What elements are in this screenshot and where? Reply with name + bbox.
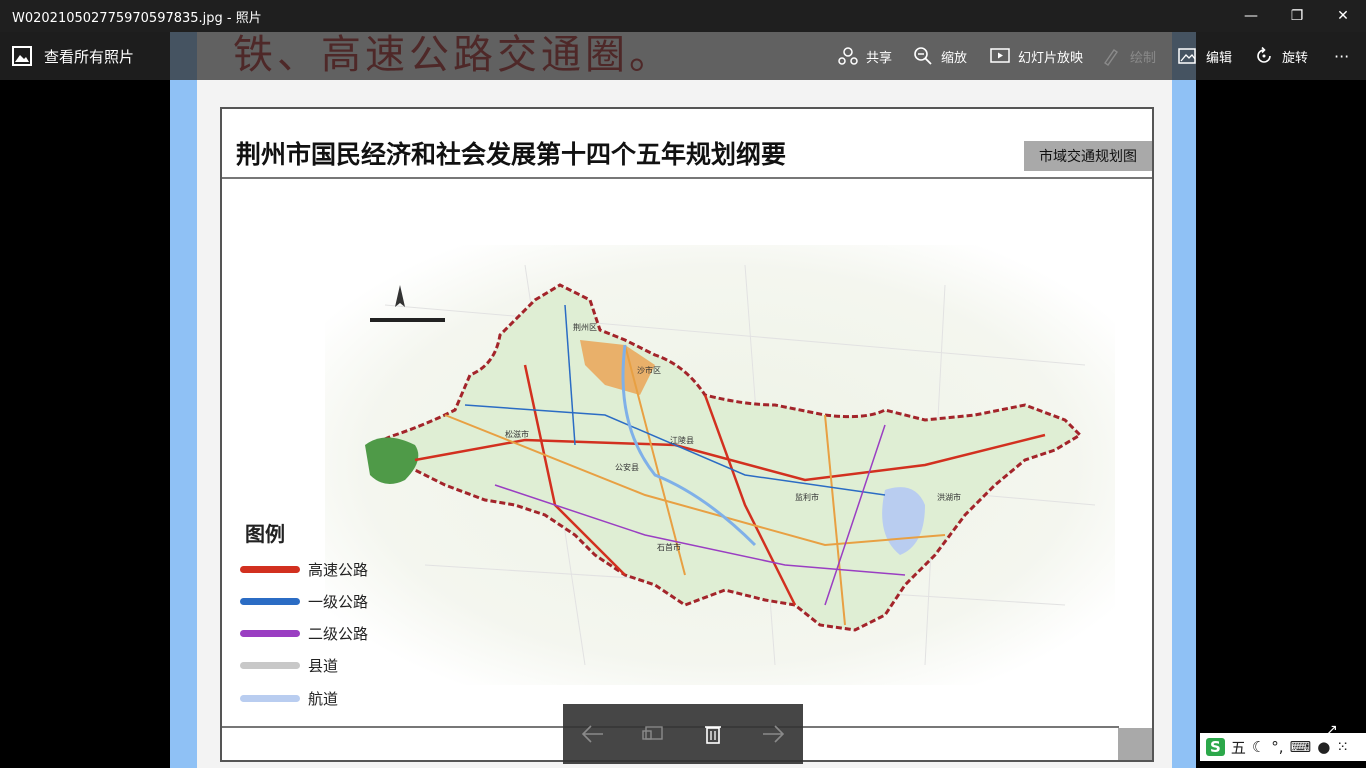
ime-toolbar: S 五 ☾ °, ⌨ ● ⁙ xyxy=(1200,733,1366,761)
keyboard-icon[interactable]: ⌨ xyxy=(1290,738,1312,756)
share-button[interactable]: 共享 xyxy=(838,32,892,80)
command-bar: 查看所有照片 共享 缩放 幻灯片放映 绘制 编辑 旋转 ··· xyxy=(0,32,1366,80)
photos-icon xyxy=(12,46,32,66)
legend-title: 图例 xyxy=(245,522,285,546)
share-label: 共享 xyxy=(866,50,893,66)
map-label-honghu: 洪湖市 xyxy=(937,492,961,502)
map-label-jingzhou: 荆州区 xyxy=(573,322,597,332)
user-icon[interactable]: ● xyxy=(1317,738,1330,756)
all-photos-label: 查看所有照片 xyxy=(44,47,135,66)
slideshow-label: 幻灯片放映 xyxy=(1018,50,1084,66)
arrow-left-icon xyxy=(581,725,603,743)
document-title: 荆州市国民经济和社会发展第十四个五年规划纲要 xyxy=(236,140,787,169)
edit-image-icon xyxy=(1178,48,1196,64)
arrow-right-icon xyxy=(763,725,785,743)
legend-label: 航道 xyxy=(308,689,339,708)
map-label-shashi: 沙市区 xyxy=(637,365,661,375)
legend-label: 县道 xyxy=(308,656,339,675)
trash-icon xyxy=(705,726,721,744)
delete-button[interactable] xyxy=(693,714,733,754)
legend-item-class-one: 一级公路 xyxy=(240,589,368,613)
legend-swatch xyxy=(240,694,300,702)
map-label-songzi: 松滋市 xyxy=(505,429,529,439)
window-title: W020210502775970597835.jpg - 照片 xyxy=(12,10,262,26)
edit-label: 编辑 xyxy=(1206,50,1233,66)
draw-label: 绘制 xyxy=(1130,50,1157,66)
legend-item-expressway: 高速公路 xyxy=(240,557,368,581)
more-button[interactable]: ··· xyxy=(1334,32,1349,80)
minimize-button[interactable]: — xyxy=(1228,0,1274,32)
title-divider xyxy=(222,177,1152,179)
map-label-jianli: 监利市 xyxy=(795,492,819,502)
tools-icon[interactable]: ⁙ xyxy=(1336,738,1349,756)
punctuation-icon[interactable]: °, xyxy=(1271,738,1283,756)
ime-mode[interactable]: 五 xyxy=(1231,737,1246,758)
zoom-label: 缩放 xyxy=(941,50,968,66)
legend-swatch xyxy=(240,629,300,637)
close-button[interactable]: ✕ xyxy=(1320,0,1366,32)
map-label-jiangling: 江陵县 xyxy=(670,436,694,445)
rotate-label: 旋转 xyxy=(1282,50,1309,66)
legend-label: 高速公路 xyxy=(308,560,369,579)
edit-button[interactable]: 编辑 xyxy=(1178,32,1232,80)
previous-button[interactable] xyxy=(573,714,613,754)
all-photos-button[interactable]: 查看所有照片 xyxy=(12,32,134,80)
zoom-icon xyxy=(914,47,932,65)
legend-item-waterway: 航道 xyxy=(240,686,338,710)
transport-map: 沙市区 荆州区 松滋市 公安县 江陵县 监利市 洪湖市 石首市 xyxy=(325,245,1115,685)
title-bar: W020210502775970597835.jpg - 照片 xyxy=(0,0,1366,32)
slideshow-icon xyxy=(990,48,1010,63)
scale-bar xyxy=(370,318,445,322)
next-button[interactable] xyxy=(753,714,793,754)
rotate-icon xyxy=(1257,46,1271,63)
legend-label: 二级公路 xyxy=(308,624,369,643)
draw-button[interactable]: 绘制 xyxy=(1102,32,1156,80)
add-to-album-button[interactable] xyxy=(633,714,673,754)
legend-swatch xyxy=(240,661,300,669)
half-width-icon[interactable]: ☾ xyxy=(1252,738,1265,756)
legend-swatch xyxy=(240,565,300,573)
legend-item-class-two: 二级公路 xyxy=(240,621,368,645)
map-label-shishou: 石首市 xyxy=(657,542,681,552)
document-tag: 市域交通规划图 xyxy=(1024,141,1152,171)
sogou-logo-icon[interactable]: S xyxy=(1206,738,1225,756)
navigation-bar xyxy=(563,704,803,764)
map-label-gongan: 公安县 xyxy=(615,462,639,472)
legend-item-county-road: 县道 xyxy=(240,653,338,677)
album-icon xyxy=(642,726,663,740)
restore-button[interactable]: ❐ xyxy=(1274,0,1320,32)
share-icon xyxy=(838,47,858,65)
zoom-button[interactable]: 缩放 xyxy=(913,32,967,80)
pen-icon xyxy=(1104,49,1118,66)
corner-block xyxy=(1118,728,1152,760)
legend-label: 一级公路 xyxy=(308,592,369,611)
slideshow-button[interactable]: 幻灯片放映 xyxy=(990,32,1083,80)
rotate-button[interactable]: 旋转 xyxy=(1254,32,1308,80)
legend-swatch xyxy=(240,597,300,605)
